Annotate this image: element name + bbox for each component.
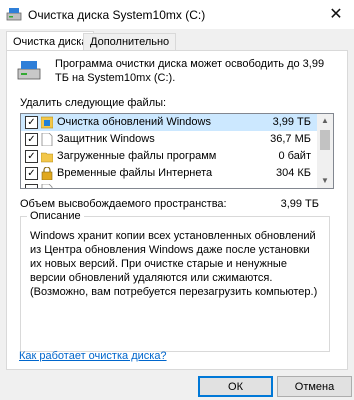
scroll-up-arrow-icon[interactable]: ▲ — [317, 114, 333, 128]
file-name: Загруженные файлы программ — [57, 150, 217, 162]
disk-cleanup-app-icon — [6, 8, 22, 21]
close-button[interactable]: ✕ — [318, 0, 354, 29]
disk-cleanup-icon — [17, 61, 41, 80]
file-icon — [41, 184, 53, 188]
list-item[interactable]: ✓ Очистка обновлений Windows 3,99 ТБ — [21, 114, 317, 131]
checkbox[interactable] — [25, 184, 38, 188]
description-title: Описание — [27, 210, 84, 222]
file-size: 3,99 ТБ — [272, 116, 311, 128]
checkbox[interactable]: ✓ — [25, 167, 38, 180]
file-size: 0 байт — [278, 150, 311, 162]
title-bar: Очистка диска System10mx (C:) ✕ — [0, 0, 354, 29]
tab-panel: Программа очистки диска может освободить… — [6, 50, 348, 370]
window-title: Очистка диска System10mx (C:) — [28, 8, 206, 22]
files-to-delete-label: Удалить следующие файлы: — [20, 97, 167, 109]
tab-more-options[interactable]: Дополнительно — [83, 33, 177, 51]
how-disk-cleanup-works-link[interactable]: Как работает очистка диска? — [19, 350, 167, 362]
checkbox[interactable]: ✓ — [25, 116, 38, 129]
windows-update-icon — [41, 116, 53, 129]
vertical-scrollbar[interactable]: ▲ ▼ — [317, 114, 333, 188]
ok-button[interactable]: ОК — [198, 376, 273, 397]
intro-text: Программа очистки диска может освободить… — [55, 58, 325, 84]
files-list[interactable]: ✓ Очистка обновлений Windows 3,99 ТБ ✓ З… — [20, 113, 334, 189]
folder-icon — [41, 152, 53, 163]
space-gained-value: 3,99 ТБ — [280, 198, 319, 210]
list-item[interactable]: ✓ Загруженные файлы программ 0 байт — [21, 148, 317, 165]
description-group: Описание Windows хранит копии всех устан… — [20, 210, 330, 352]
scroll-down-arrow-icon[interactable]: ▼ — [317, 174, 333, 188]
scroll-thumb[interactable] — [320, 130, 330, 150]
list-item[interactable]: ✓ Временные файлы Интернета 304 КБ — [21, 165, 317, 182]
space-gained-label: Объем высвобождаемого пространства: — [20, 198, 227, 210]
file-name: Очистка обновлений Windows — [57, 116, 211, 128]
checkbox[interactable]: ✓ — [25, 150, 38, 163]
checkbox[interactable]: ✓ — [25, 133, 38, 146]
tab-disk-cleanup[interactable]: Очистка диска — [6, 31, 95, 52]
file-name: Временные файлы Интернета — [57, 167, 213, 179]
list-item[interactable] — [21, 182, 317, 188]
file-size: 304 КБ — [275, 167, 311, 179]
description-text: Windows хранит копии всех установленных … — [30, 230, 318, 298]
list-item[interactable]: ✓ Защитник Windows 36,7 МБ — [21, 131, 317, 148]
cancel-button[interactable]: Отмена — [277, 376, 352, 397]
lock-icon — [41, 167, 53, 180]
file-name: Защитник Windows — [57, 133, 155, 145]
file-size: 36,7 МБ — [270, 133, 311, 145]
file-icon — [41, 133, 53, 146]
